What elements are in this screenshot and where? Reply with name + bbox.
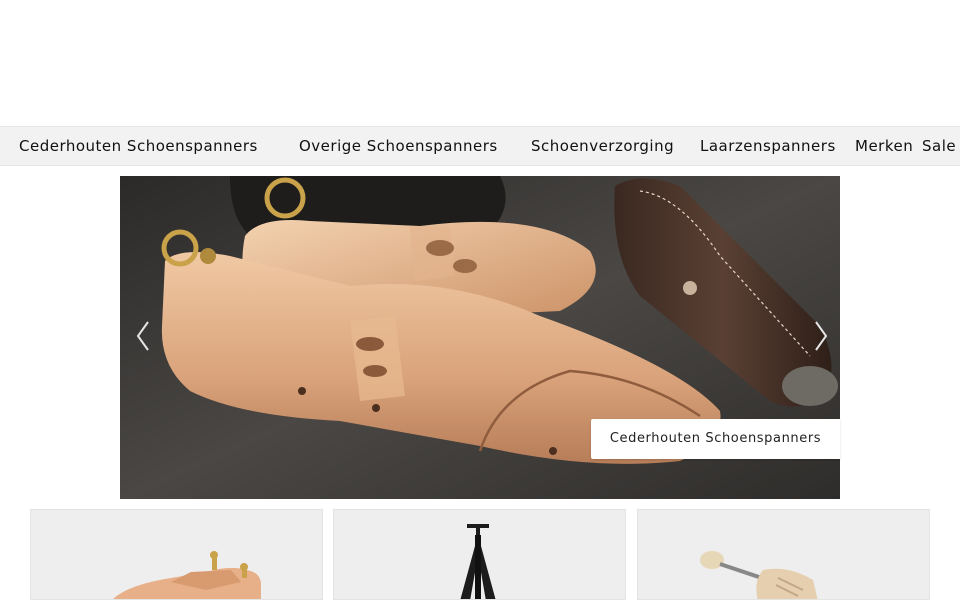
category-tile-2[interactable]	[333, 509, 626, 600]
hero-caption-button[interactable]: Cederhouten Schoenspanners	[591, 419, 840, 459]
spring-shoe-tree-image	[638, 510, 929, 599]
chevron-right-icon[interactable]	[809, 318, 833, 354]
nav-item-schoenverzorging[interactable]: Schoenverzorging	[531, 127, 674, 165]
chevron-left-icon[interactable]	[131, 318, 155, 354]
nav-item-sale[interactable]: Sale	[922, 127, 956, 165]
nav-item-laarzenspanners[interactable]: Laarzenspanners	[700, 127, 836, 165]
main-navigation: Cederhouten Schoenspanners Overige Schoe…	[0, 126, 960, 166]
nav-item-cederhouten-schoenspanners[interactable]: Cederhouten Schoenspanners	[19, 127, 258, 165]
category-tile-3[interactable]	[637, 509, 930, 600]
nav-item-overige-schoenspanners[interactable]: Overige Schoenspanners	[299, 127, 498, 165]
wooden-shoe-trees-image	[31, 510, 322, 599]
black-boot-shaper-image	[334, 510, 625, 599]
nav-item-merken[interactable]: Merken	[855, 127, 913, 165]
category-tile-1[interactable]	[30, 509, 323, 600]
header-area	[0, 0, 960, 126]
